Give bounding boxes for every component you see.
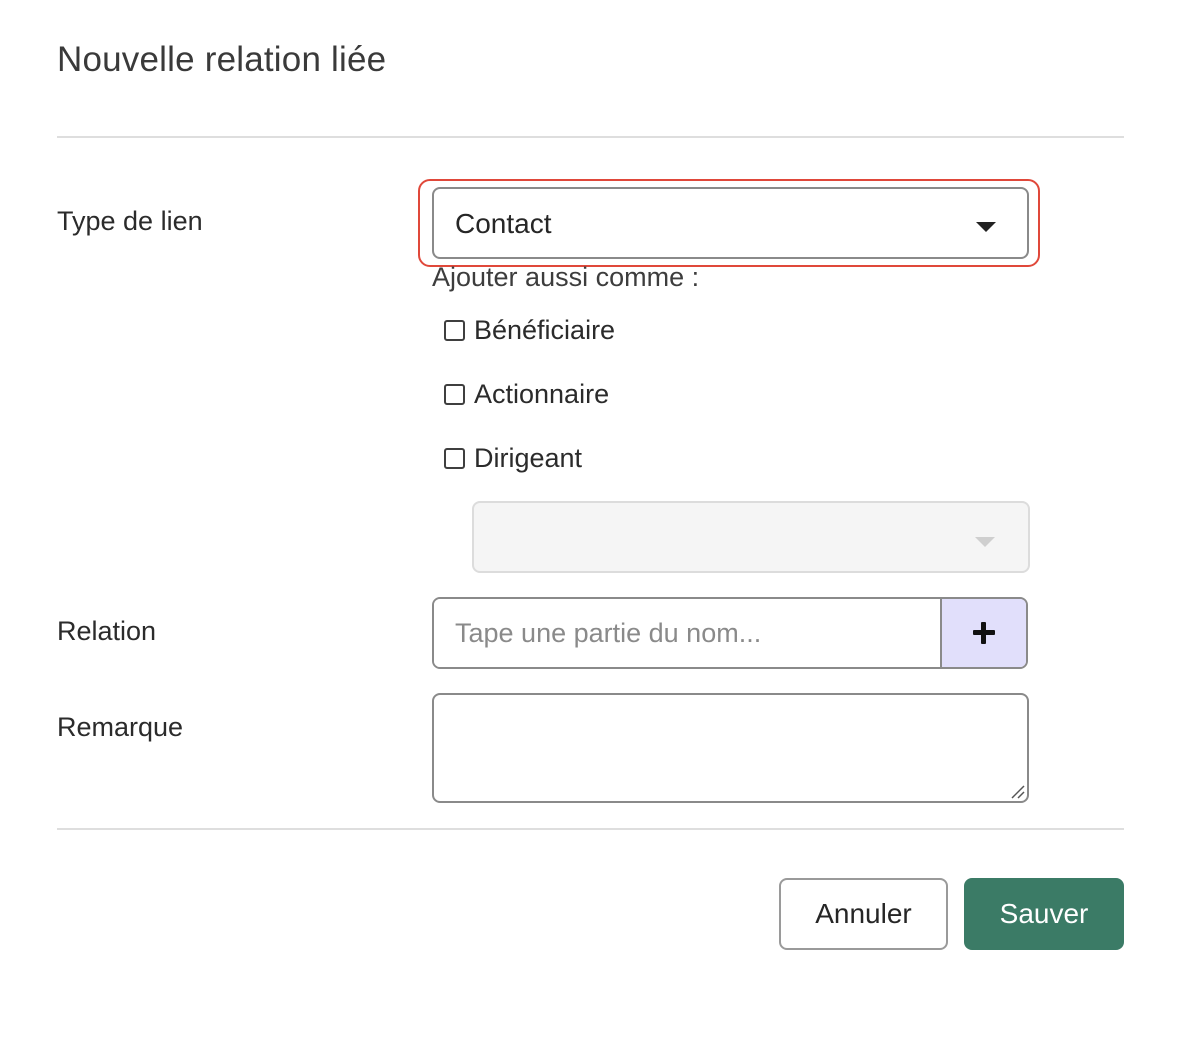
footer-divider [57, 828, 1124, 830]
plus-icon [973, 622, 995, 644]
beneficiaire-checkbox[interactable] [444, 319, 465, 341]
dirigeant-label: Dirigeant [474, 442, 583, 473]
relation-search-input[interactable] [434, 599, 940, 667]
also-add-as-label: Ajouter aussi comme : [432, 262, 700, 292]
cancel-button[interactable]: Annuler [779, 878, 948, 950]
beneficiaire-label: Bénéficiaire [474, 314, 616, 345]
relation-input-group [432, 597, 1028, 669]
relation-label: Relation [57, 616, 157, 646]
new-linked-relation-dialog: Nouvelle relation liée Type de lien Cont… [0, 0, 1188, 1042]
checkbox-row-actionnaire[interactable]: Actionnaire [444, 377, 609, 411]
link-type-selected-value: Contact [455, 208, 552, 239]
remark-field [432, 693, 1029, 803]
checkbox-row-dirigeant[interactable]: Dirigeant [444, 441, 582, 475]
remark-textarea[interactable] [434, 695, 1027, 801]
dirigeant-checkbox[interactable] [444, 447, 465, 469]
chevron-down-icon [975, 537, 995, 547]
chevron-down-icon [976, 222, 996, 232]
resize-handle-icon[interactable] [1009, 783, 1025, 799]
link-type-select[interactable]: Contact [432, 187, 1029, 259]
actionnaire-label: Actionnaire [474, 378, 610, 409]
add-relation-button[interactable] [940, 599, 1026, 667]
role-sub-select-disabled [472, 501, 1030, 573]
link-type-label: Type de lien [57, 206, 203, 236]
remark-label: Remarque [57, 712, 184, 742]
dialog-title: Nouvelle relation liée [57, 40, 387, 79]
actionnaire-checkbox[interactable] [444, 383, 465, 405]
checkbox-row-beneficiaire[interactable]: Bénéficiaire [444, 313, 615, 347]
header-divider [57, 136, 1124, 138]
save-button[interactable]: Sauver [964, 878, 1124, 950]
